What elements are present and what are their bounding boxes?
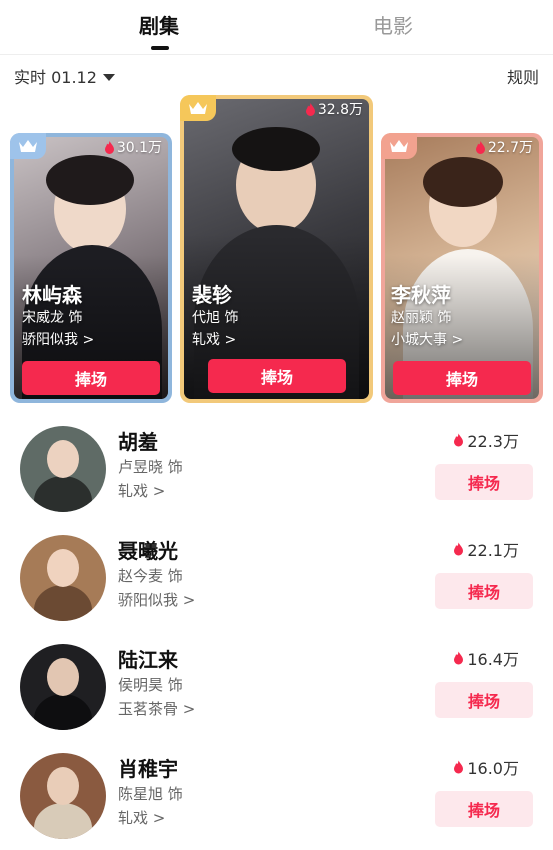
character-name: 聂曦光	[118, 539, 178, 563]
cheer-button[interactable]: 捧场	[435, 464, 533, 500]
show-link[interactable]: 轧戏 >	[192, 329, 236, 349]
cheer-button[interactable]: 捧场	[208, 359, 346, 393]
heat-count: 32.8万	[305, 99, 363, 119]
heat-value: 22.3万	[467, 432, 519, 451]
avatar	[20, 535, 106, 621]
actor-name: 卢昱晓 饰	[118, 458, 183, 476]
show-link[interactable]: 轧戏 >	[118, 480, 165, 501]
actor-name: 陈星旭 饰	[118, 785, 183, 803]
heat-value: 30.1万	[116, 140, 162, 156]
flame-icon	[475, 140, 485, 154]
character-name: 李秋萍	[391, 283, 451, 307]
actor-name: 宋威龙 饰	[22, 310, 83, 326]
caret-down-icon	[102, 73, 115, 81]
crown-icon	[189, 102, 207, 114]
cheer-button[interactable]: 捧场	[435, 573, 533, 609]
active-tab-indicator	[151, 46, 169, 50]
character-name: 林屿森	[22, 283, 82, 307]
rank-badge	[180, 95, 216, 121]
show-link[interactable]: 骄阳似我 >	[22, 329, 94, 349]
rank-badge	[10, 133, 46, 159]
character-name: 肖稚宇	[118, 757, 178, 781]
heat-count: 16.0万	[453, 755, 519, 779]
flame-icon	[454, 760, 464, 774]
date-filter-label: 实时 01.12	[14, 68, 97, 87]
character-photo	[14, 137, 168, 399]
heat-value: 16.0万	[467, 759, 519, 778]
heat-count: 22.7万	[475, 137, 533, 157]
heat-count: 22.1万	[453, 537, 519, 561]
crown-icon	[390, 140, 408, 152]
podium-card-rank-3[interactable]: 22.7万 李秋萍 赵丽颖 饰 小城大事 > 捧场	[381, 133, 543, 403]
character-photo	[184, 99, 369, 399]
podium-card-rank-2[interactable]: 30.1万 林屿森 宋威龙 饰 骄阳似我 > 捧场	[10, 133, 172, 403]
rules-link[interactable]: 规则	[507, 64, 539, 88]
heat-count: 30.1万	[104, 137, 162, 157]
avatar	[20, 753, 106, 839]
cheer-button[interactable]: 捧场	[435, 682, 533, 718]
flame-icon	[305, 102, 315, 116]
heat-value: 16.4万	[467, 650, 519, 669]
heat-value: 22.7万	[487, 140, 533, 156]
show-link[interactable]: 骄阳似我 >	[118, 589, 195, 610]
flame-icon	[454, 651, 464, 665]
list-item[interactable]: 肖稚宇 陈星旭 饰 轧戏 > 16.0万 捧场	[0, 745, 553, 849]
flame-icon	[454, 542, 464, 556]
actor-name: 赵今麦 饰	[118, 567, 183, 585]
show-link[interactable]: 玉茗茶骨 >	[118, 698, 195, 719]
top-tabs: 剧集 电影	[0, 0, 553, 54]
show-link[interactable]: 小城大事 >	[391, 329, 463, 349]
heat-value: 22.1万	[467, 541, 519, 560]
divider	[0, 54, 553, 55]
character-photo	[385, 137, 539, 399]
flame-icon	[454, 433, 464, 447]
show-link[interactable]: 轧戏 >	[118, 807, 165, 828]
avatar	[20, 644, 106, 730]
list-item[interactable]: 胡羞 卢昱晓 饰 轧戏 > 22.3万 捧场	[0, 418, 553, 522]
character-name: 裴轸	[192, 283, 232, 307]
heat-value: 32.8万	[317, 102, 363, 118]
list-item[interactable]: 聂曦光 赵今麦 饰 骄阳似我 > 22.1万 捧场	[0, 527, 553, 631]
flame-icon	[104, 140, 114, 154]
actor-name: 侯明昊 饰	[118, 676, 183, 694]
character-name: 胡羞	[118, 430, 158, 454]
avatar	[20, 426, 106, 512]
tab-series[interactable]: 剧集	[139, 10, 179, 39]
rank-badge	[381, 133, 417, 159]
list-item[interactable]: 陆江来 侯明昊 饰 玉茗茶骨 > 16.4万 捧场	[0, 636, 553, 740]
heat-count: 22.3万	[453, 428, 519, 452]
actor-name: 代旭 饰	[192, 310, 239, 326]
cheer-button[interactable]: 捧场	[435, 791, 533, 827]
podium-card-rank-1[interactable]: 32.8万 裴轸 代旭 饰 轧戏 > 捧场	[180, 95, 373, 403]
heat-count: 16.4万	[453, 646, 519, 670]
crown-icon	[19, 140, 37, 152]
cheer-button[interactable]: 捧场	[393, 361, 531, 395]
actor-name: 赵丽颖 饰	[391, 310, 452, 326]
date-filter-dropdown[interactable]: 实时 01.12	[14, 64, 115, 88]
character-name: 陆江来	[118, 648, 178, 672]
tab-movies[interactable]: 电影	[373, 10, 413, 39]
cheer-button[interactable]: 捧场	[22, 361, 160, 395]
